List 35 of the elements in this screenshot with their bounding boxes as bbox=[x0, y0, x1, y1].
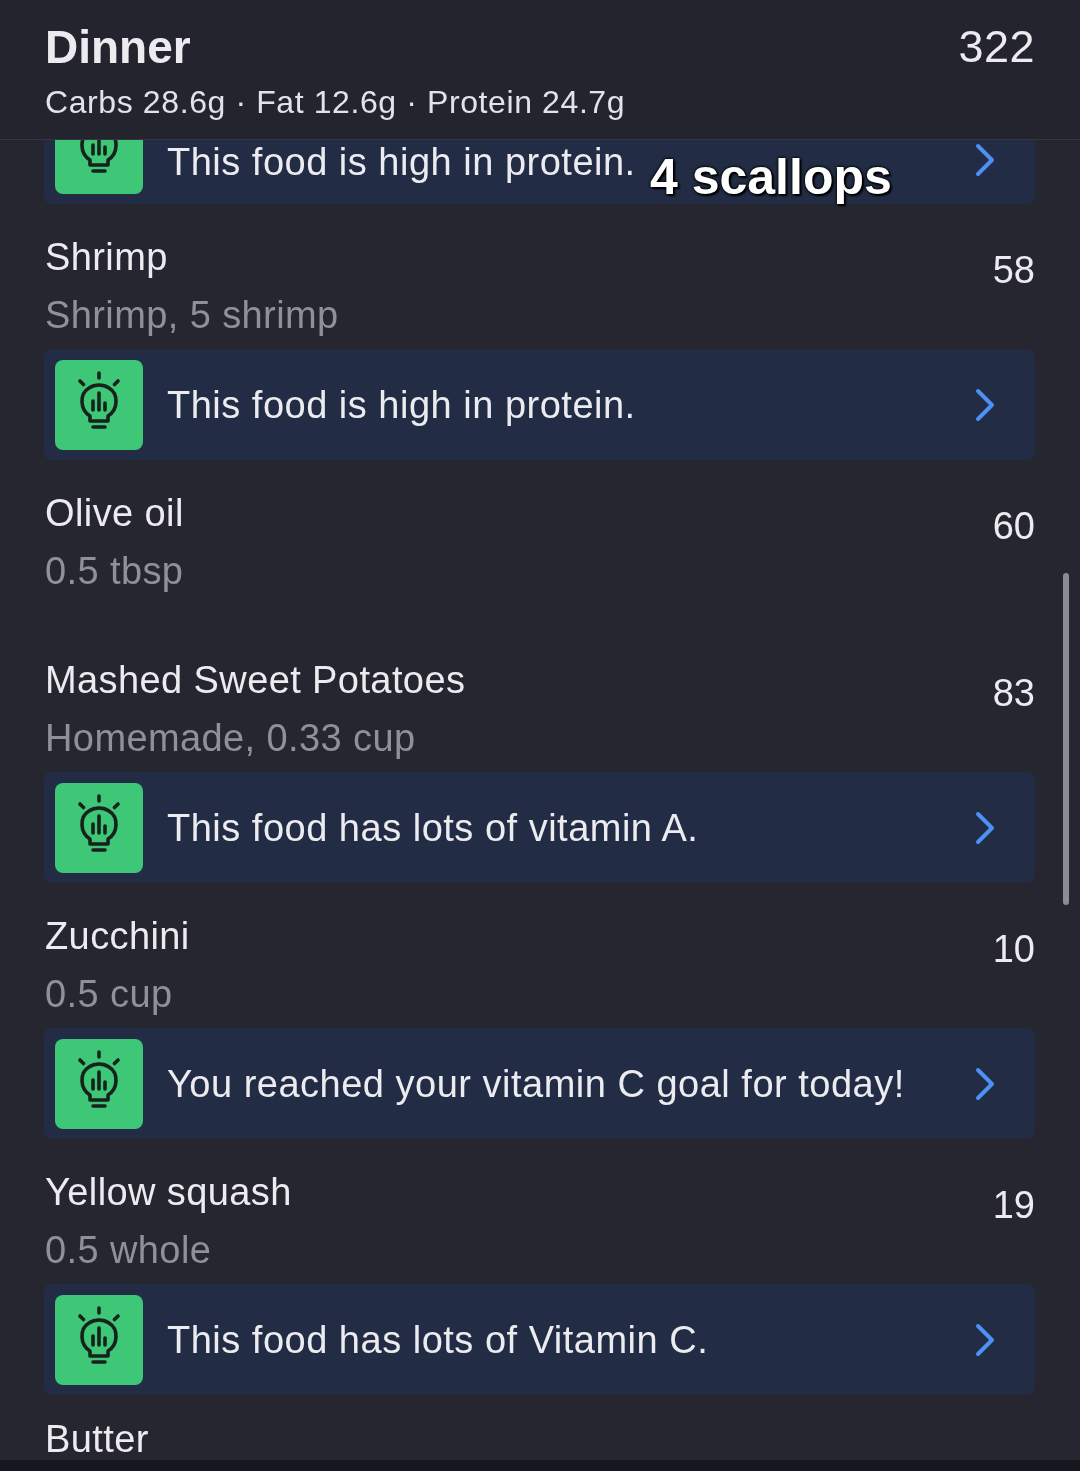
food-name: Zucchini bbox=[45, 914, 190, 959]
meal-calories: 322 bbox=[958, 20, 1035, 74]
scrollbar[interactable] bbox=[1063, 573, 1069, 905]
food-serving: 0.5 cup bbox=[45, 972, 174, 1017]
chevron-right-icon bbox=[975, 143, 995, 177]
food-serving: 0.5 tbsp bbox=[45, 549, 184, 594]
food-name: Yellow squash bbox=[45, 1170, 292, 1215]
food-serving: 0.5 whole bbox=[45, 1228, 213, 1273]
chevron-right-icon bbox=[975, 1322, 995, 1357]
tip-button[interactable]: This food has lots of vitamin A. bbox=[44, 772, 1035, 883]
chevron-right-icon bbox=[975, 810, 995, 845]
caption-text: 4 scallops bbox=[650, 148, 892, 207]
lightbulb-icon bbox=[55, 1294, 143, 1385]
chevron-right-icon bbox=[975, 387, 995, 422]
food-name: Shrimp bbox=[45, 235, 169, 280]
lightbulb-icon bbox=[55, 140, 143, 194]
lightbulb-icon bbox=[55, 1038, 143, 1129]
food-serving: Shrimp, 5 shrimp bbox=[45, 293, 339, 338]
food-calories: 58 bbox=[992, 248, 1035, 293]
chevron-right-icon bbox=[975, 1066, 995, 1101]
macro-summary: Carbs 28.6g · Fat 12.6g · Protein 24.7g bbox=[45, 83, 626, 122]
food-name: Olive oil bbox=[45, 491, 184, 536]
food-serving: Homemade, 0.33 cup bbox=[45, 716, 417, 761]
tip-button[interactable]: You reached your vitamin C goal for today! bbox=[44, 1028, 1035, 1139]
lightbulb-icon bbox=[55, 782, 143, 873]
food-calories: 83 bbox=[992, 671, 1035, 716]
tip-button[interactable]: This food is high in protein. bbox=[44, 349, 1035, 460]
tip-button[interactable]: This food has lots of Vitamin C. bbox=[44, 1284, 1035, 1395]
meal-title: Dinner bbox=[45, 20, 192, 75]
food-name: Butter bbox=[45, 1419, 149, 1459]
food-calories: 60 bbox=[992, 504, 1035, 549]
food-calories: 10 bbox=[992, 927, 1035, 972]
lightbulb-icon bbox=[55, 359, 143, 450]
food-calories: 19 bbox=[992, 1183, 1035, 1228]
food-name: Mashed Sweet Potatoes bbox=[45, 658, 466, 703]
